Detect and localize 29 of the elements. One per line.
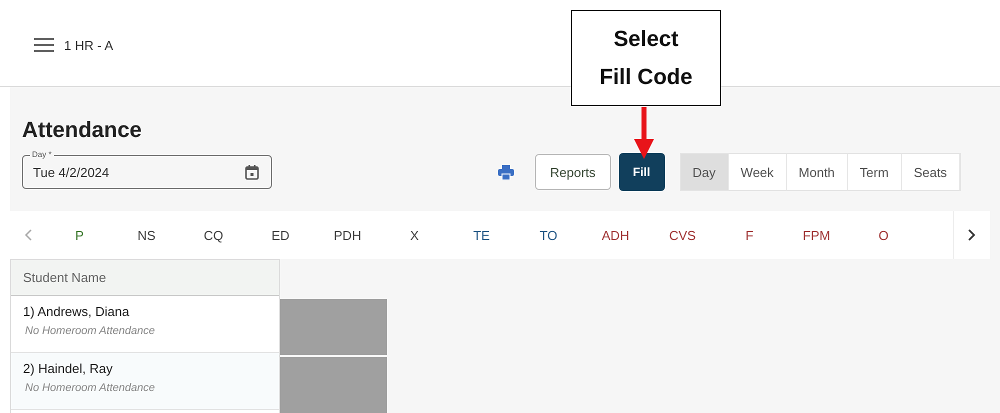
attendance-code[interactable]: O	[850, 228, 917, 242]
attendance-code[interactable]: P	[46, 228, 113, 242]
arrow-icon	[634, 107, 654, 159]
fill-button[interactable]: Fill	[618, 153, 665, 191]
attendance-code[interactable]: CQ	[180, 228, 247, 242]
attendance-code[interactable]: FPM	[783, 228, 850, 242]
attendance-code[interactable]: TO	[515, 228, 582, 242]
student-name: 2) Haindel, Ray	[23, 361, 114, 376]
attendance-code[interactable]: TE	[448, 228, 515, 242]
field-label: Day *	[30, 150, 54, 160]
reports-button[interactable]: Reports	[535, 154, 611, 190]
callout-box: Select Fill Code	[571, 10, 721, 106]
view-tab[interactable]: Day	[680, 154, 729, 190]
attendance-code[interactable]: F	[716, 228, 783, 242]
column-header: Student Name	[11, 259, 279, 296]
attendance-code[interactable]: ED	[247, 228, 314, 242]
attendance-code[interactable]: NS	[113, 228, 180, 242]
attendance-note: No Homeroom Attendance	[25, 325, 156, 337]
attendance-note: No Homeroom Attendance	[25, 382, 156, 394]
calendar-icon[interactable]	[245, 164, 259, 180]
attendance-code[interactable]: ADH	[582, 228, 649, 242]
menu-icon[interactable]	[34, 38, 54, 52]
class-title: 1 HR - A	[64, 38, 114, 52]
attendance-code[interactable]: CVS	[649, 228, 716, 242]
student-name: 1) Andrews, Diana	[23, 304, 130, 319]
page-title: Attendance	[22, 117, 143, 143]
print-icon[interactable]	[498, 164, 514, 180]
attendance-code[interactable]: PDH	[314, 228, 381, 242]
attendance-code[interactable]: X	[381, 228, 448, 242]
